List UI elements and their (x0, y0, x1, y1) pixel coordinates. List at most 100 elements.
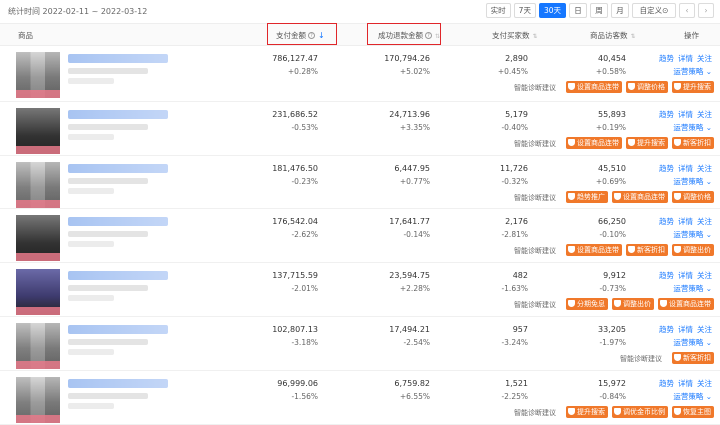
table-row: 137,715.59 -2.01% 23,594.75 +2.28% 482 -1.63%… (0, 263, 720, 317)
follow-link[interactable]: 关注 (697, 379, 712, 388)
product-title[interactable] (68, 217, 168, 226)
suggestion-tag[interactable]: 设置商品连带 (612, 191, 668, 203)
col-visitors[interactable]: 商品访客数 ⇅ (590, 30, 636, 41)
suggestion-tag-label: 调优金币比例 (623, 408, 665, 416)
strategy-dropdown[interactable]: 运营策略 ⌄ (659, 176, 712, 187)
product-id (68, 241, 114, 247)
buyers-value: 2,176 (505, 217, 528, 226)
product-title[interactable] (68, 325, 168, 334)
product-title[interactable] (68, 379, 168, 388)
range-7d[interactable]: 7天 (513, 3, 536, 18)
range-week[interactable]: 周 (590, 3, 608, 18)
row-ops: 趋势 详情 关注运营策略 ⌄ (655, 53, 712, 77)
product-thumbnail[interactable] (16, 215, 60, 261)
suggestion-tag-label: 调整价格 (683, 193, 711, 201)
range-realtime[interactable]: 实时 (485, 3, 511, 18)
suggestion-tag-label: 调整出价 (623, 300, 651, 308)
strategy-dropdown[interactable]: 运营策略 ⌄ (659, 122, 712, 133)
product-thumbnail[interactable] (16, 52, 60, 98)
suggestion-tag[interactable]: 提升搜索 (566, 406, 608, 418)
suggestion-tag[interactable]: 恢复主图 (672, 406, 714, 418)
suggestion-tag[interactable]: 新客折扣 (626, 244, 668, 256)
range-month[interactable]: 月 (611, 3, 629, 18)
buyers-value: 5,179 (505, 110, 528, 119)
detail-link[interactable]: 详情 (678, 217, 693, 226)
row-ops: 趋势 详情 关注运营策略 ⌄ (655, 378, 712, 402)
product-title[interactable] (68, 271, 168, 280)
follow-link[interactable]: 关注 (697, 164, 712, 173)
strategy-dropdown[interactable]: 运营策略 ⌄ (659, 391, 712, 402)
suggestion-tag[interactable]: 趋势推广 (566, 191, 608, 203)
cell-pay-amount: 137,715.59 -2.01% (272, 271, 318, 293)
trend-link[interactable]: 趋势 (659, 217, 674, 226)
product-thumbnail[interactable] (16, 269, 60, 315)
chevron-left-icon[interactable]: ‹ (679, 3, 695, 18)
follow-link[interactable]: 关注 (697, 271, 712, 280)
detail-link[interactable]: 详情 (678, 325, 693, 334)
row-ops: 趋势 详情 关注运营策略 ⌄ (655, 324, 712, 348)
suggestion-tag[interactable]: 提升搜索 (672, 81, 714, 93)
trend-link[interactable]: 趋势 (659, 110, 674, 119)
product-thumbnail[interactable] (16, 377, 60, 423)
suggestion-tag[interactable]: 设置商品连带 (566, 244, 622, 256)
detail-link[interactable]: 详情 (678, 271, 693, 280)
strategy-dropdown[interactable]: 运营策略 ⌄ (659, 283, 712, 294)
thumbnail-stripe (16, 146, 60, 154)
suggestion-tag[interactable]: 分期免息 (566, 298, 608, 310)
tag-icon (674, 139, 681, 146)
trend-link[interactable]: 趋势 (659, 271, 674, 280)
detail-link[interactable]: 详情 (678, 110, 693, 119)
top-bar: 统计时间 2022-02-11 ~ 2022-03-12 实时 7天 30天 日… (0, 0, 720, 24)
suggestion-tag[interactable]: 调整价格 (626, 81, 668, 93)
visitors-value: 33,205 (598, 325, 626, 334)
suggestion-tag[interactable]: 调整出价 (672, 244, 714, 256)
follow-link[interactable]: 关注 (697, 54, 712, 63)
suggestion-tag[interactable]: 新客折扣 (672, 137, 714, 149)
pay-amount-change: -1.56% (291, 392, 318, 401)
follow-link[interactable]: 关注 (697, 325, 712, 334)
strategy-label: 运营策略 (673, 392, 704, 401)
suggestion-tag[interactable]: 调整价格 (672, 191, 714, 203)
range-custom-label: 自定义 (639, 6, 663, 15)
product-thumbnail[interactable] (16, 108, 60, 154)
sort-icon[interactable]: ⇅ (533, 33, 538, 40)
suggestion-tag[interactable]: 调整出价 (612, 298, 654, 310)
trend-link[interactable]: 趋势 (659, 164, 674, 173)
range-custom[interactable]: 自定义⊙ (632, 3, 676, 18)
cell-visitors: 55,893 +0.19% (596, 110, 626, 132)
detail-link[interactable]: 详情 (678, 164, 693, 173)
detail-link[interactable]: 详情 (678, 379, 693, 388)
suggestion-tag[interactable]: 设置商品连带 (566, 81, 622, 93)
suggestion-tag[interactable]: 调优金币比例 (612, 406, 668, 418)
col-buyers[interactable]: 支付买家数 ⇅ (492, 30, 538, 41)
chevron-right-icon[interactable]: › (698, 3, 714, 18)
follow-link[interactable]: 关注 (697, 217, 712, 226)
strategy-dropdown[interactable]: 运营策略 ⌄ (659, 229, 712, 240)
sort-icon[interactable]: ⇅ (631, 33, 636, 40)
cell-buyers: 11,726 -0.32% (500, 164, 528, 186)
product-title[interactable] (68, 54, 168, 63)
table-row: 231,686.52 -0.53% 24,713.96 +3.35% 5,179 -0.4… (0, 102, 720, 156)
range-30d[interactable]: 30天 (538, 3, 566, 18)
product-thumbnail[interactable] (16, 323, 60, 369)
trend-link[interactable]: 趋势 (659, 54, 674, 63)
cell-refund-amount: 17,494.21 -2.54% (389, 325, 430, 347)
product-title[interactable] (68, 110, 168, 119)
suggestion-tag[interactable]: 设置商品连带 (658, 298, 714, 310)
strategy-dropdown[interactable]: 运营策略 ⌄ (659, 337, 712, 348)
suggestion-tag[interactable]: 提升搜索 (626, 137, 668, 149)
range-day[interactable]: 日 (569, 3, 587, 18)
buyers-change: -0.32% (501, 177, 528, 186)
cell-refund-amount: 24,713.96 +3.35% (389, 110, 430, 132)
suggestion-tag-label: 设置商品连带 (577, 246, 619, 254)
trend-link[interactable]: 趋势 (659, 325, 674, 334)
product-title[interactable] (68, 164, 168, 173)
detail-link[interactable]: 详情 (678, 54, 693, 63)
product-thumbnail[interactable] (16, 162, 60, 208)
product-subtitle (68, 231, 148, 237)
suggestion-tag[interactable]: 新客折扣 (672, 352, 714, 364)
strategy-dropdown[interactable]: 运营策略 ⌄ (659, 66, 712, 77)
trend-link[interactable]: 趋势 (659, 379, 674, 388)
follow-link[interactable]: 关注 (697, 110, 712, 119)
suggestion-tag[interactable]: 设置商品连带 (566, 137, 622, 149)
